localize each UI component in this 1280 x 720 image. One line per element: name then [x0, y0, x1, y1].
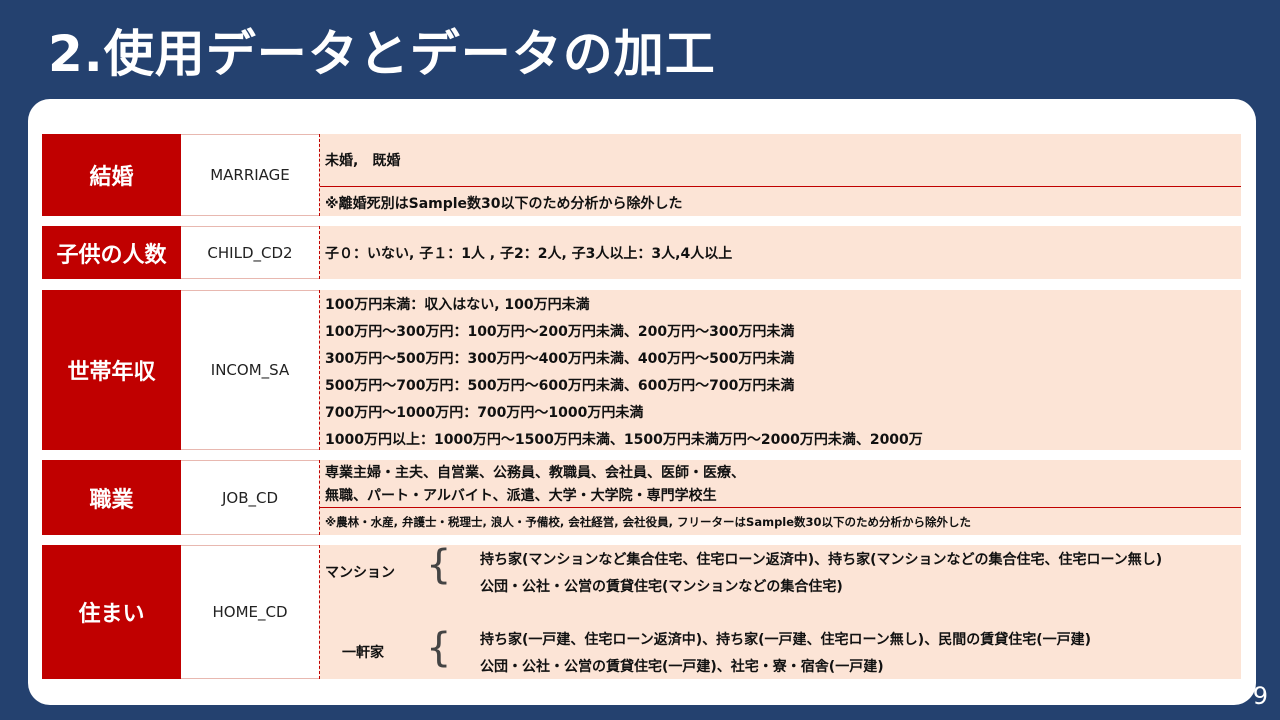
desc-line: 300万円～500万円：300万円～400万円未満、400万円～500万円未満 — [325, 351, 795, 367]
category-cell: 子供の人数 — [42, 226, 181, 279]
category-cell: 職業 — [42, 460, 181, 535]
slide-title: 2.使用データとデータの加工 — [48, 25, 716, 83]
row-housing: 住まい HOME_CD マンション { 持ち家(マンションなど集合住宅、住宅ロー… — [42, 545, 1241, 679]
description-cell: 未婚, 既婚 ※離婚死別はSample数30以下のため分析から除外した — [319, 134, 1241, 216]
group-label: マンション — [325, 565, 395, 581]
desc-line: 500万円～700万円：500万円～600万円未満、600万円～700万円未満 — [325, 378, 795, 394]
row-occupation: 職業 JOB_CD 専業主婦・主夫、自営業、公務員、教職員、会社員、医師・医療、… — [42, 460, 1241, 535]
category-cell: 結婚 — [42, 134, 181, 216]
category-cell: 住まい — [42, 545, 181, 679]
category-cell: 世帯年収 — [42, 290, 181, 450]
group-item: 公団・公社・公営の賃貸住宅(マンションなどの集合住宅) — [480, 579, 843, 595]
desc-line: 100万円未満：収入はない, 100万円未満 — [325, 297, 590, 313]
content-card: 結婚 MARRIAGE 未婚, 既婚 ※離婚死別はSample数30以下のため分… — [28, 99, 1256, 705]
code-cell: INCOM_SA — [181, 290, 319, 450]
group-label: 一軒家 — [342, 645, 384, 661]
row-children: 子供の人数 CHILD_CD2 子０：いない, 子１：1人 , 子2：2人, 子… — [42, 226, 1241, 279]
desc-line: 700万円～1000万円：700万円～1000万円未満 — [325, 405, 644, 421]
desc-line: 専業主婦・主夫、自営業、公務員、教職員、会社員、医師・医療、 — [325, 465, 745, 481]
divider — [320, 186, 1241, 187]
note-text: ※農林・水産, 弁護士・税理士, 浪人・予備校, 会社経営, 会社役員, フリー… — [325, 515, 972, 529]
brace-icon: { — [426, 542, 452, 588]
code-cell: HOME_CD — [181, 545, 319, 679]
description-cell: 専業主婦・主夫、自営業、公務員、教職員、会社員、医師・医療、 無職、パート・アル… — [319, 460, 1241, 535]
desc-line: 子０：いない, 子１：1人 , 子2：2人, 子3人以上：3人,4人以上 — [325, 246, 733, 262]
brace-icon: { — [426, 625, 452, 671]
page-number: 9 — [1252, 682, 1268, 710]
group-item: 持ち家(一戸建、住宅ローン返済中)、持ち家(一戸建、住宅ローン無し)、民間の賃貸… — [480, 632, 1091, 648]
desc-line: 無職、パート・アルバイト、派遣、大学・大学院・専門学校生 — [325, 488, 717, 504]
description-cell: 100万円未満：収入はない, 100万円未満 100万円～300万円：100万円… — [319, 290, 1241, 450]
desc-line: 未婚, 既婚 — [325, 153, 401, 169]
row-income: 世帯年収 INCOM_SA 100万円未満：収入はない, 100万円未満 100… — [42, 290, 1241, 450]
code-cell: MARRIAGE — [181, 134, 319, 216]
desc-line: 100万円～300万円：100万円～200万円未満、200万円～300万円未満 — [325, 324, 795, 340]
description-cell: マンション { 持ち家(マンションなど集合住宅、住宅ローン返済中)、持ち家(マン… — [319, 545, 1241, 679]
note-text: ※離婚死別はSample数30以下のため分析から除外した — [325, 196, 683, 212]
code-cell: CHILD_CD2 — [181, 226, 319, 279]
row-marriage: 結婚 MARRIAGE 未婚, 既婚 ※離婚死別はSample数30以下のため分… — [42, 134, 1241, 216]
group-item: 持ち家(マンションなど集合住宅、住宅ローン返済中)、持ち家(マンションなどの集合… — [480, 552, 1163, 568]
divider — [320, 507, 1241, 508]
desc-line: 1000万円以上：1000万円～1500万円未満、1500万円未満万円～2000… — [325, 432, 923, 448]
code-cell: JOB_CD — [181, 460, 319, 535]
description-cell: 子０：いない, 子１：1人 , 子2：2人, 子3人以上：3人,4人以上 — [319, 226, 1241, 279]
group-item: 公団・公社・公営の賃貸住宅(一戸建)、社宅・寮・宿舎(一戸建) — [480, 659, 884, 675]
